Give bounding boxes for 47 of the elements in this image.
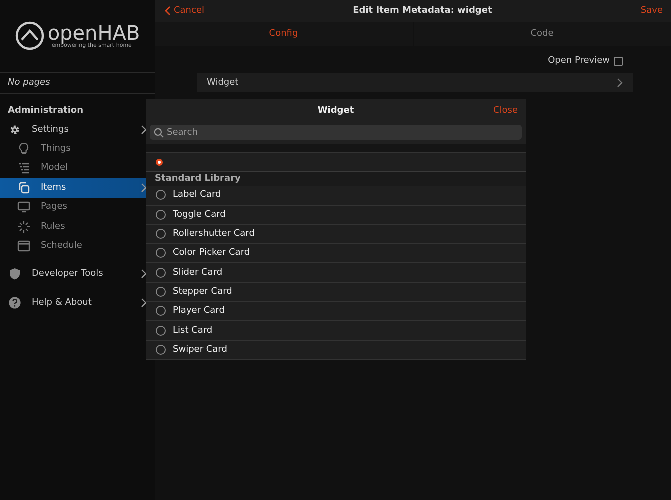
help-icon [8, 296, 22, 310]
cancel-link[interactable]: Cancel [165, 6, 204, 16]
monitor-icon [17, 200, 31, 214]
sparkle-icon [17, 220, 31, 234]
copy-icon [17, 180, 31, 195]
save-link[interactable]: Save [640, 6, 663, 16]
radio-button[interactable] [156, 248, 166, 258]
open-preview-checkbox[interactable] [614, 56, 623, 66]
radio-button[interactable] [156, 306, 166, 316]
radio-button[interactable] [156, 268, 166, 278]
gear-icon [8, 122, 22, 137]
tab[interactable]: Code [412, 22, 671, 46]
radio-button[interactable] [156, 344, 166, 355]
search-icon [154, 128, 164, 138]
lightbulb-icon [17, 142, 31, 156]
shield-icon [8, 267, 22, 282]
radio-button[interactable] [156, 326, 166, 336]
chevron-right-icon [617, 78, 623, 88]
calendar-icon [17, 239, 31, 254]
sidebar-item[interactable]: Things [0, 139, 155, 159]
popup-title: Widget [318, 106, 354, 116]
radio-button[interactable] [156, 210, 166, 220]
radio-button[interactable] [156, 229, 166, 240]
close-link[interactable]: Close [488, 106, 518, 116]
option-item[interactable]: Player Card [146, 302, 526, 322]
option-item[interactable]: Stepper Card [146, 282, 526, 302]
widget-list-item[interactable]: Widget [197, 73, 633, 92]
search-field[interactable]: Search [150, 125, 522, 140]
option-item[interactable]: Slider Card [146, 263, 526, 283]
option-item[interactable]: Swiper Card [146, 340, 526, 360]
option-item[interactable]: Color Picker Card [146, 244, 526, 264]
open-preview-label: Open Preview [548, 56, 610, 66]
chevron-left-icon [165, 6, 171, 16]
radio-button[interactable] [156, 158, 163, 166]
group-header: Standard Library [146, 172, 526, 186]
page-title: Edit Item Metadata: widget [353, 6, 492, 16]
radio-button[interactable] [156, 286, 166, 297]
list-icon [17, 161, 31, 176]
option-item[interactable]: Rollershutter Card [146, 224, 526, 244]
option-item[interactable]: Label Card [146, 186, 526, 206]
logo-icon [14, 21, 45, 51]
option-item[interactable]: List Card [146, 321, 526, 341]
tab[interactable]: Config [155, 22, 412, 46]
section-title: Administration [7, 105, 85, 118]
option-item[interactable]: Toggle Card [146, 206, 526, 225]
radio-button[interactable] [156, 190, 166, 200]
logo-wordmark: openHAB [48, 23, 140, 43]
